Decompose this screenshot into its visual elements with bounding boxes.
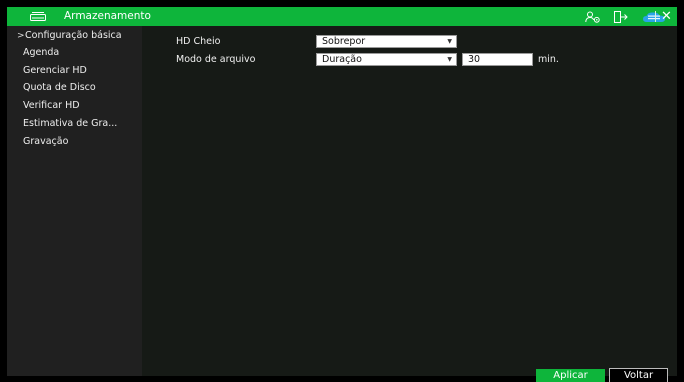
sidebar-item-label: Quota de Disco <box>23 82 96 93</box>
window-title: Armazenamento <box>64 10 151 22</box>
back-button[interactable]: Voltar <box>609 368 668 382</box>
sidebar-item-configuracao-basica[interactable]: > Configuração básica <box>7 27 142 45</box>
sidebar-item-quota-de-disco[interactable]: Quota de Disco <box>7 79 142 97</box>
hard-drive-icon <box>30 12 46 21</box>
storage-window: Armazenamento ✕ > Configuração básica Ag… <box>0 0 684 382</box>
titlebar-divider <box>655 11 656 22</box>
chevron-right-icon: > <box>17 31 25 41</box>
sidebar-item-agenda[interactable]: Agenda <box>7 44 142 62</box>
user-settings-button[interactable] <box>583 9 603 24</box>
file-mode-select[interactable]: Duração ▼ <box>316 53 457 66</box>
sidebar-item-label: Verificar HD <box>23 100 80 111</box>
apply-button[interactable]: Aplicar <box>536 369 605 382</box>
sidebar-item-label: Gravação <box>23 136 69 147</box>
hd-full-value: Sobrepor <box>322 36 366 47</box>
sidebar-item-label: Configuração básica <box>25 30 122 41</box>
hd-full-label: HD Cheio <box>176 36 221 47</box>
logout-icon <box>614 10 628 23</box>
dropdown-arrow-icon: ▼ <box>447 38 452 45</box>
settings-panel: HD Cheio Sobrepor ▼ Modo de arquivo Dura… <box>142 26 677 376</box>
dropdown-arrow-icon: ▼ <box>447 56 452 63</box>
duration-input[interactable]: 30 <box>462 53 533 66</box>
close-button[interactable]: ✕ <box>659 9 674 24</box>
sidebar: > Configuração básica Agenda Gerenciar H… <box>7 26 142 376</box>
close-icon: ✕ <box>661 9 672 24</box>
sidebar-item-label: Gerenciar HD <box>23 65 87 76</box>
file-mode-value: Duração <box>322 54 362 65</box>
duration-unit: min. <box>538 54 559 65</box>
hd-full-select[interactable]: Sobrepor ▼ <box>316 35 457 48</box>
sidebar-item-verificar-hd[interactable]: Verificar HD <box>7 97 142 115</box>
logout-button[interactable] <box>611 9 631 24</box>
sidebar-item-label: Agenda <box>23 47 60 58</box>
sidebar-item-label: Estimativa de Gra... <box>23 118 118 129</box>
user-settings-icon <box>585 11 600 23</box>
sidebar-item-gravacao[interactable]: Gravação <box>7 133 142 151</box>
sidebar-item-gerenciar-hd[interactable]: Gerenciar HD <box>7 62 142 80</box>
file-mode-label: Modo de arquivo <box>176 54 256 65</box>
title-bar: Armazenamento ✕ <box>7 7 677 26</box>
sidebar-item-estimativa-de-gravacao[interactable]: Estimativa de Gra... <box>7 115 142 133</box>
